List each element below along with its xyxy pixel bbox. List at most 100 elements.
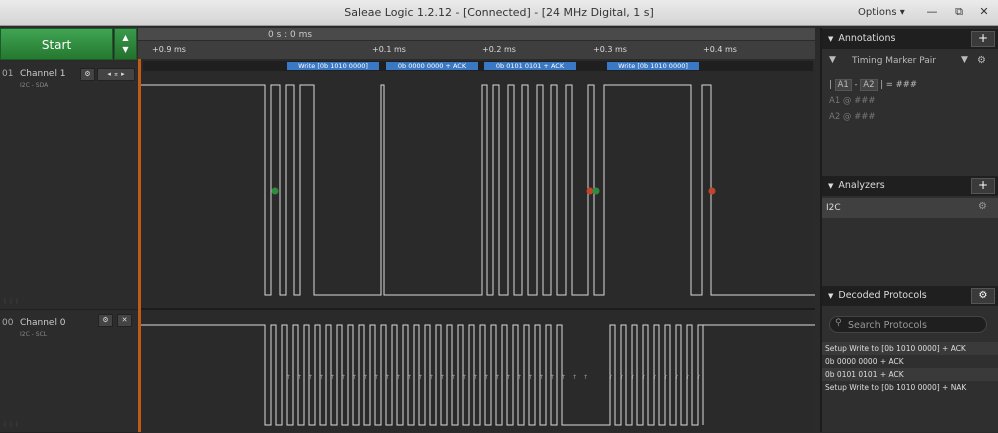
search-icon: ⚲ <box>835 318 842 328</box>
clock-edge-icon: ↑ <box>619 374 624 381</box>
clock-edge-icon: ↑ <box>451 374 456 381</box>
minimize-icon[interactable]: — <box>921 4 943 19</box>
clock-edge-icon: ↑ <box>663 374 668 381</box>
clock-edge-icon: ↑ <box>440 374 445 381</box>
decoded-row[interactable]: Setup Write to [0b 1010 0000] + ACK <box>822 342 998 355</box>
clock-edge-icon: ↑ <box>641 374 646 381</box>
clock-edge-icon: ↑ <box>374 374 379 381</box>
channel-number: 01 <box>2 69 14 79</box>
clock-edge-icon: ↑ <box>352 374 357 381</box>
chevron-down-icon[interactable]: ▼ <box>961 55 968 65</box>
formula-result: | = ### <box>880 80 917 90</box>
clock-edge-icon: ↑ <box>319 374 324 381</box>
clock-edge-icon: ↑ <box>363 374 368 381</box>
collapse-icon[interactable]: ▼ <box>828 35 833 43</box>
clock-edge-icon: ↑ <box>473 374 478 381</box>
clock-edge-icon: ↑ <box>517 374 522 381</box>
clock-edge-icon: ↑ <box>330 374 335 381</box>
clock-edge-icon: ↑ <box>418 374 423 381</box>
start-options-arrows[interactable]: ▲ ▼ <box>114 28 137 60</box>
decode-bubble[interactable]: Write [0b 1010 0000] <box>287 62 379 70</box>
funnel-icon[interactable]: ▼ <box>829 55 836 65</box>
decode-bubble[interactable]: Write [0b 1010 0000] <box>607 62 699 70</box>
waveform-canvas[interactable]: ↑ ↑ ↑ ↑ ↑ ↑ ↑ ↑ ↑ ↑ ↑ ↑ ↑ ↑ ↑ ↑ ↑ ↑ ↑ ↑ ↑ ↑ ↑ ↑ ↑ ↑ ↑ ↑ ↑ ↑ ↑ ↑ ↑ ↑ ↑ ↑ ↑ <box>138 59 815 432</box>
gear-icon[interactable]: ⚙ <box>971 288 995 304</box>
chevron-up-icon[interactable]: ▲ <box>115 32 136 44</box>
tick-label: +0.3 ms <box>593 45 627 54</box>
a1-chip: A1 <box>834 79 852 91</box>
a2-chip: A2 <box>860 79 878 91</box>
clock-edge-icon: ↑ <box>462 374 467 381</box>
clock-edge-icon: ↑ <box>506 374 511 381</box>
start-marker <box>271 187 279 195</box>
trigger-icon[interactable]: ◂ ⌅ ▸ <box>97 68 135 81</box>
add-annotation-button[interactable]: + <box>971 31 995 47</box>
cursor-time-bar[interactable]: 0 s : 0 ms <box>138 28 815 40</box>
clock-edge-icon: ↑ <box>652 374 657 381</box>
channel-row-1[interactable]: 01 Channel 1 I2C - SDA ⚙ ◂ ⌅ ▸ ⋮⋮⋮ <box>0 62 138 310</box>
decoded-row[interactable]: 0b 0101 0101 + ACK <box>822 368 998 381</box>
clock-edge-icon: ↑ <box>341 374 346 381</box>
clock-edge-icon: ↑ <box>685 374 690 381</box>
resize-grip-icon[interactable]: ⋮⋮⋮ <box>2 421 20 428</box>
clock-edge-icon: ↑ <box>561 374 566 381</box>
close-icon[interactable]: ✕ <box>117 314 132 327</box>
start-button[interactable]: Start <box>0 28 113 60</box>
decode-bubble[interactable]: 0b 0101 0101 + ACK <box>484 62 576 70</box>
measurement-formula: | A1 - A2 | = ### <box>829 79 917 91</box>
clock-edge-icon: ↑ <box>608 374 613 381</box>
gear-icon[interactable]: ⚙ <box>80 68 95 81</box>
channel-name[interactable]: Channel 0 <box>20 318 66 328</box>
clock-edge-icon: ↑ <box>286 374 291 381</box>
tick-label: +0.1 ms <box>372 45 406 54</box>
restore-icon[interactable]: ⧉ <box>948 4 970 19</box>
clock-edge-icon: ↑ <box>385 374 390 381</box>
decode-bubble[interactable]: 0b 0000 0000 + ACK <box>386 62 478 70</box>
clock-edge-icon: ↑ <box>572 374 577 381</box>
tick-label: +0.2 ms <box>482 45 516 54</box>
tick-label: +0.4 ms <box>703 45 737 54</box>
gear-icon[interactable]: ⚙ <box>978 201 987 212</box>
channel-name[interactable]: Channel 1 <box>20 69 66 79</box>
clock-edge-icon: ↑ <box>308 374 313 381</box>
clock-edge-icon: ↑ <box>484 374 489 381</box>
cursor-time: 0 s : 0 ms <box>268 30 313 40</box>
section-title: Annotations <box>838 33 896 44</box>
add-analyzer-button[interactable]: + <box>971 178 995 194</box>
clock-edge-icon: ↑ <box>495 374 500 381</box>
trigger-cursor[interactable] <box>138 59 141 432</box>
decode-strip: Write [0b 1010 0000] 0b 0000 0000 + ACK … <box>143 61 813 71</box>
time-ruler[interactable]: +0.9 ms +0.1 ms +0.2 ms +0.3 ms +0.4 ms <box>138 41 815 59</box>
channel-row-0[interactable]: 00 Channel 0 I2C - SCL ⚙ ✕ ⋮⋮⋮ <box>0 311 138 433</box>
gear-icon[interactable]: ⚙ <box>98 314 113 327</box>
close-icon[interactable]: ✕ <box>973 4 995 19</box>
window-title: Saleae Logic 1.2.12 - [Connected] - [24 … <box>344 6 654 19</box>
formula-operator: - <box>854 80 858 90</box>
clock-edge-icon: ↑ <box>583 374 588 381</box>
stop-marker <box>708 187 716 195</box>
clock-edge-icon: ↑ <box>539 374 544 381</box>
collapse-icon[interactable]: ▼ <box>828 292 833 300</box>
timing-marker-pair[interactable]: Timing Marker Pair <box>852 56 936 66</box>
a1-position: A1 @ ### <box>829 96 876 106</box>
decoded-row[interactable]: 0b 0000 0000 + ACK <box>822 355 998 368</box>
chevron-down-icon[interactable]: ▼ <box>115 44 136 56</box>
collapse-icon[interactable]: ▼ <box>828 182 833 190</box>
channel-number: 00 <box>2 318 14 328</box>
analyzer-item[interactable]: I2C ⚙ <box>822 198 998 218</box>
start-marker <box>592 187 600 195</box>
search-protocols-input[interactable]: Search Protocols <box>829 316 987 333</box>
clock-edge-icon: ↑ <box>550 374 555 381</box>
clock-edge-icon: ↑ <box>396 374 401 381</box>
resize-grip-icon[interactable]: ⋮⋮⋮ <box>2 298 20 305</box>
section-title: Decoded Protocols <box>838 290 927 301</box>
stop-marker <box>586 187 594 195</box>
clock-edge-icon: ↑ <box>297 374 302 381</box>
clock-edge-icon: ↑ <box>674 374 679 381</box>
options-menu[interactable]: Options ▾ <box>858 7 905 18</box>
decoded-row[interactable]: Setup Write to [0b 1010 0000] + NAK <box>822 381 998 394</box>
section-title: Analyzers <box>838 180 885 191</box>
a2-position: A2 @ ### <box>829 112 876 122</box>
gear-icon[interactable]: ⚙ <box>977 55 986 66</box>
clock-edge-icon: ↑ <box>407 374 412 381</box>
